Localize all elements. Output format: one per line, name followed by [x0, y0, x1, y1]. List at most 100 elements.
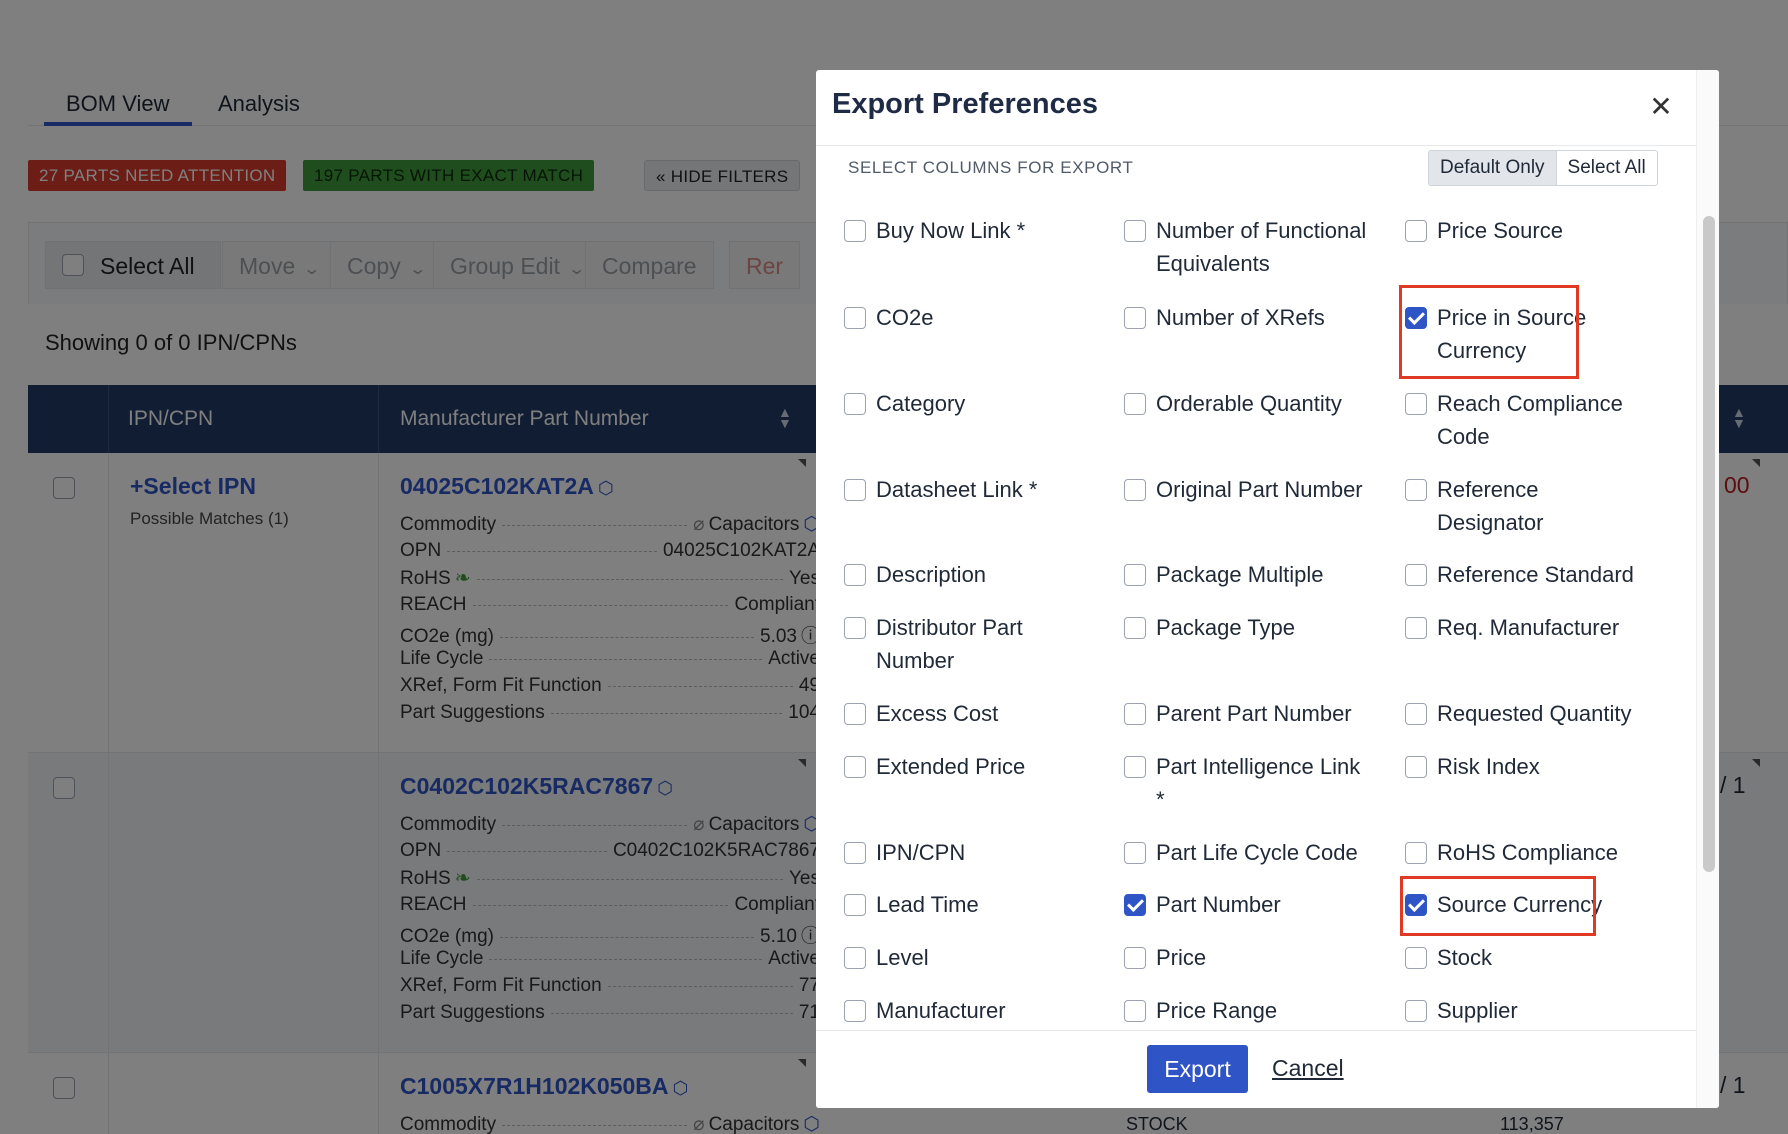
- export-option[interactable]: Part Life Cycle Code: [1124, 836, 1374, 869]
- checkbox-icon[interactable]: [844, 703, 866, 725]
- checkbox-icon[interactable]: [1124, 1000, 1146, 1022]
- export-option[interactable]: Orderable Quantity: [1124, 387, 1374, 420]
- checkbox-icon[interactable]: [1124, 617, 1146, 639]
- checkbox-icon[interactable]: [1405, 947, 1427, 969]
- checkbox-icon[interactable]: [844, 393, 866, 415]
- export-option-label: Category: [876, 391, 966, 416]
- export-option-label: Reach Compliance Code: [1437, 391, 1623, 449]
- export-option-label: Req. Manufacturer: [1437, 615, 1620, 640]
- export-option[interactable]: Datasheet Link *: [844, 473, 1094, 506]
- export-option-label: Supplier: [1437, 998, 1518, 1023]
- checkbox-icon[interactable]: [1405, 479, 1427, 501]
- export-button[interactable]: Export: [1147, 1045, 1248, 1093]
- checkbox-icon[interactable]: [1124, 307, 1146, 329]
- export-option-label: Distributor Part Number: [876, 615, 1023, 673]
- export-option-label: CO2e: [876, 305, 934, 330]
- export-option-label: Risk Index: [1437, 754, 1540, 779]
- export-option[interactable]: Parent Part Number: [1124, 697, 1374, 730]
- export-option-label: Part Number: [1156, 892, 1281, 917]
- export-option[interactable]: Reference Standard: [1405, 558, 1645, 591]
- export-option-label: Price Range: [1156, 998, 1278, 1023]
- export-option[interactable]: Price: [1124, 941, 1374, 974]
- checkbox-icon[interactable]: [1405, 617, 1427, 639]
- export-option[interactable]: Reach Compliance Code: [1405, 387, 1645, 453]
- default-only-button[interactable]: Default Only: [1429, 151, 1557, 185]
- checkbox-icon[interactable]: [844, 220, 866, 242]
- checkbox-icon[interactable]: [844, 1000, 866, 1022]
- export-option[interactable]: Risk Index: [1405, 750, 1645, 783]
- checkbox-icon[interactable]: [844, 842, 866, 864]
- checkbox-icon[interactable]: [1124, 220, 1146, 242]
- export-option[interactable]: Number of Functional Equivalents: [1124, 214, 1374, 280]
- checkbox-icon[interactable]: [1124, 393, 1146, 415]
- export-option-label: Buy Now Link *: [876, 218, 1026, 243]
- export-option[interactable]: Number of XRefs: [1124, 301, 1374, 334]
- export-option[interactable]: Price Range: [1124, 994, 1374, 1027]
- checkbox-icon[interactable]: [844, 307, 866, 329]
- export-option[interactable]: RoHS Compliance: [1405, 836, 1645, 869]
- export-option[interactable]: Category: [844, 387, 1094, 420]
- checkbox-icon[interactable]: [1405, 756, 1427, 778]
- checkbox-icon[interactable]: [1405, 703, 1427, 725]
- preset-toggle: Default Only Select All: [1428, 150, 1658, 186]
- export-option[interactable]: Lead Time: [844, 888, 1094, 921]
- checkbox-icon[interactable]: [1405, 393, 1427, 415]
- modal-scrollbar-thumb[interactable]: [1703, 216, 1715, 872]
- export-option[interactable]: CO2e: [844, 301, 1094, 334]
- export-option-label: Original Part Number: [1156, 477, 1363, 502]
- checkbox-icon[interactable]: [1124, 479, 1146, 501]
- checkbox-icon[interactable]: [844, 756, 866, 778]
- export-option[interactable]: Stock: [1405, 941, 1645, 974]
- checkbox-icon[interactable]: [1124, 703, 1146, 725]
- export-option[interactable]: Extended Price: [844, 750, 1094, 783]
- export-option[interactable]: Supplier: [1405, 994, 1645, 1027]
- checkbox-icon[interactable]: [844, 894, 866, 916]
- export-option-label: Parent Part Number: [1156, 701, 1352, 726]
- checkbox-icon[interactable]: [1124, 947, 1146, 969]
- export-option-label: Description: [876, 562, 987, 587]
- export-option[interactable]: Req. Manufacturer: [1405, 611, 1645, 644]
- export-option-label: Datasheet Link *: [876, 477, 1038, 502]
- checkbox-icon[interactable]: [1405, 564, 1427, 586]
- export-option[interactable]: Price Source: [1405, 214, 1645, 247]
- export-option-label: Reference Standard: [1437, 562, 1634, 587]
- export-option-label: Part Life Cycle Code: [1156, 840, 1358, 865]
- modal-title: Export Preferences: [832, 88, 1098, 120]
- export-option[interactable]: Buy Now Link *: [844, 214, 1094, 247]
- export-option[interactable]: Part Intelligence Link *: [1124, 750, 1374, 816]
- export-option[interactable]: Package Multiple: [1124, 558, 1374, 591]
- export-option-label: Number of Functional Equivalents: [1156, 218, 1367, 276]
- checkbox-icon[interactable]: [1405, 220, 1427, 242]
- checkbox-icon[interactable]: [844, 947, 866, 969]
- export-option[interactable]: Excess Cost: [844, 697, 1094, 730]
- export-option[interactable]: Reference Designator: [1405, 473, 1645, 539]
- checkbox-icon[interactable]: [844, 617, 866, 639]
- export-option-label: Excess Cost: [876, 701, 999, 726]
- close-icon[interactable]: ✕: [1644, 90, 1678, 124]
- checkbox-icon[interactable]: [1405, 1000, 1427, 1022]
- export-option[interactable]: IPN/CPN: [844, 836, 1094, 869]
- export-option-label: Level: [876, 945, 929, 970]
- export-option[interactable]: Original Part Number: [1124, 473, 1374, 506]
- export-option[interactable]: Manufacturer: [844, 994, 1094, 1027]
- export-option-label: RoHS Compliance: [1437, 840, 1618, 865]
- export-option[interactable]: Package Type: [1124, 611, 1374, 644]
- checkbox-icon[interactable]: [844, 479, 866, 501]
- export-option[interactable]: Description: [844, 558, 1094, 591]
- export-option-label: Lead Time: [876, 892, 979, 917]
- cancel-link[interactable]: Cancel: [1272, 1055, 1344, 1082]
- checkbox-icon[interactable]: [1124, 842, 1146, 864]
- export-option[interactable]: Requested Quantity: [1405, 697, 1645, 730]
- checkbox-icon[interactable]: [1124, 756, 1146, 778]
- export-option[interactable]: Part Number: [1124, 888, 1374, 921]
- checkbox-icon[interactable]: [844, 564, 866, 586]
- checkbox-checked-icon[interactable]: [1124, 894, 1146, 916]
- export-option[interactable]: Distributor Part Number: [844, 611, 1094, 677]
- export-preferences-modal: Export Preferences ✕ SELECT COLUMNS FOR …: [816, 70, 1719, 1108]
- export-option-label: Price: [1156, 945, 1207, 970]
- select-all-columns-button[interactable]: Select All: [1557, 151, 1657, 185]
- highlight-box: [1400, 876, 1596, 936]
- checkbox-icon[interactable]: [1124, 564, 1146, 586]
- export-option[interactable]: Level: [844, 941, 1094, 974]
- checkbox-icon[interactable]: [1405, 842, 1427, 864]
